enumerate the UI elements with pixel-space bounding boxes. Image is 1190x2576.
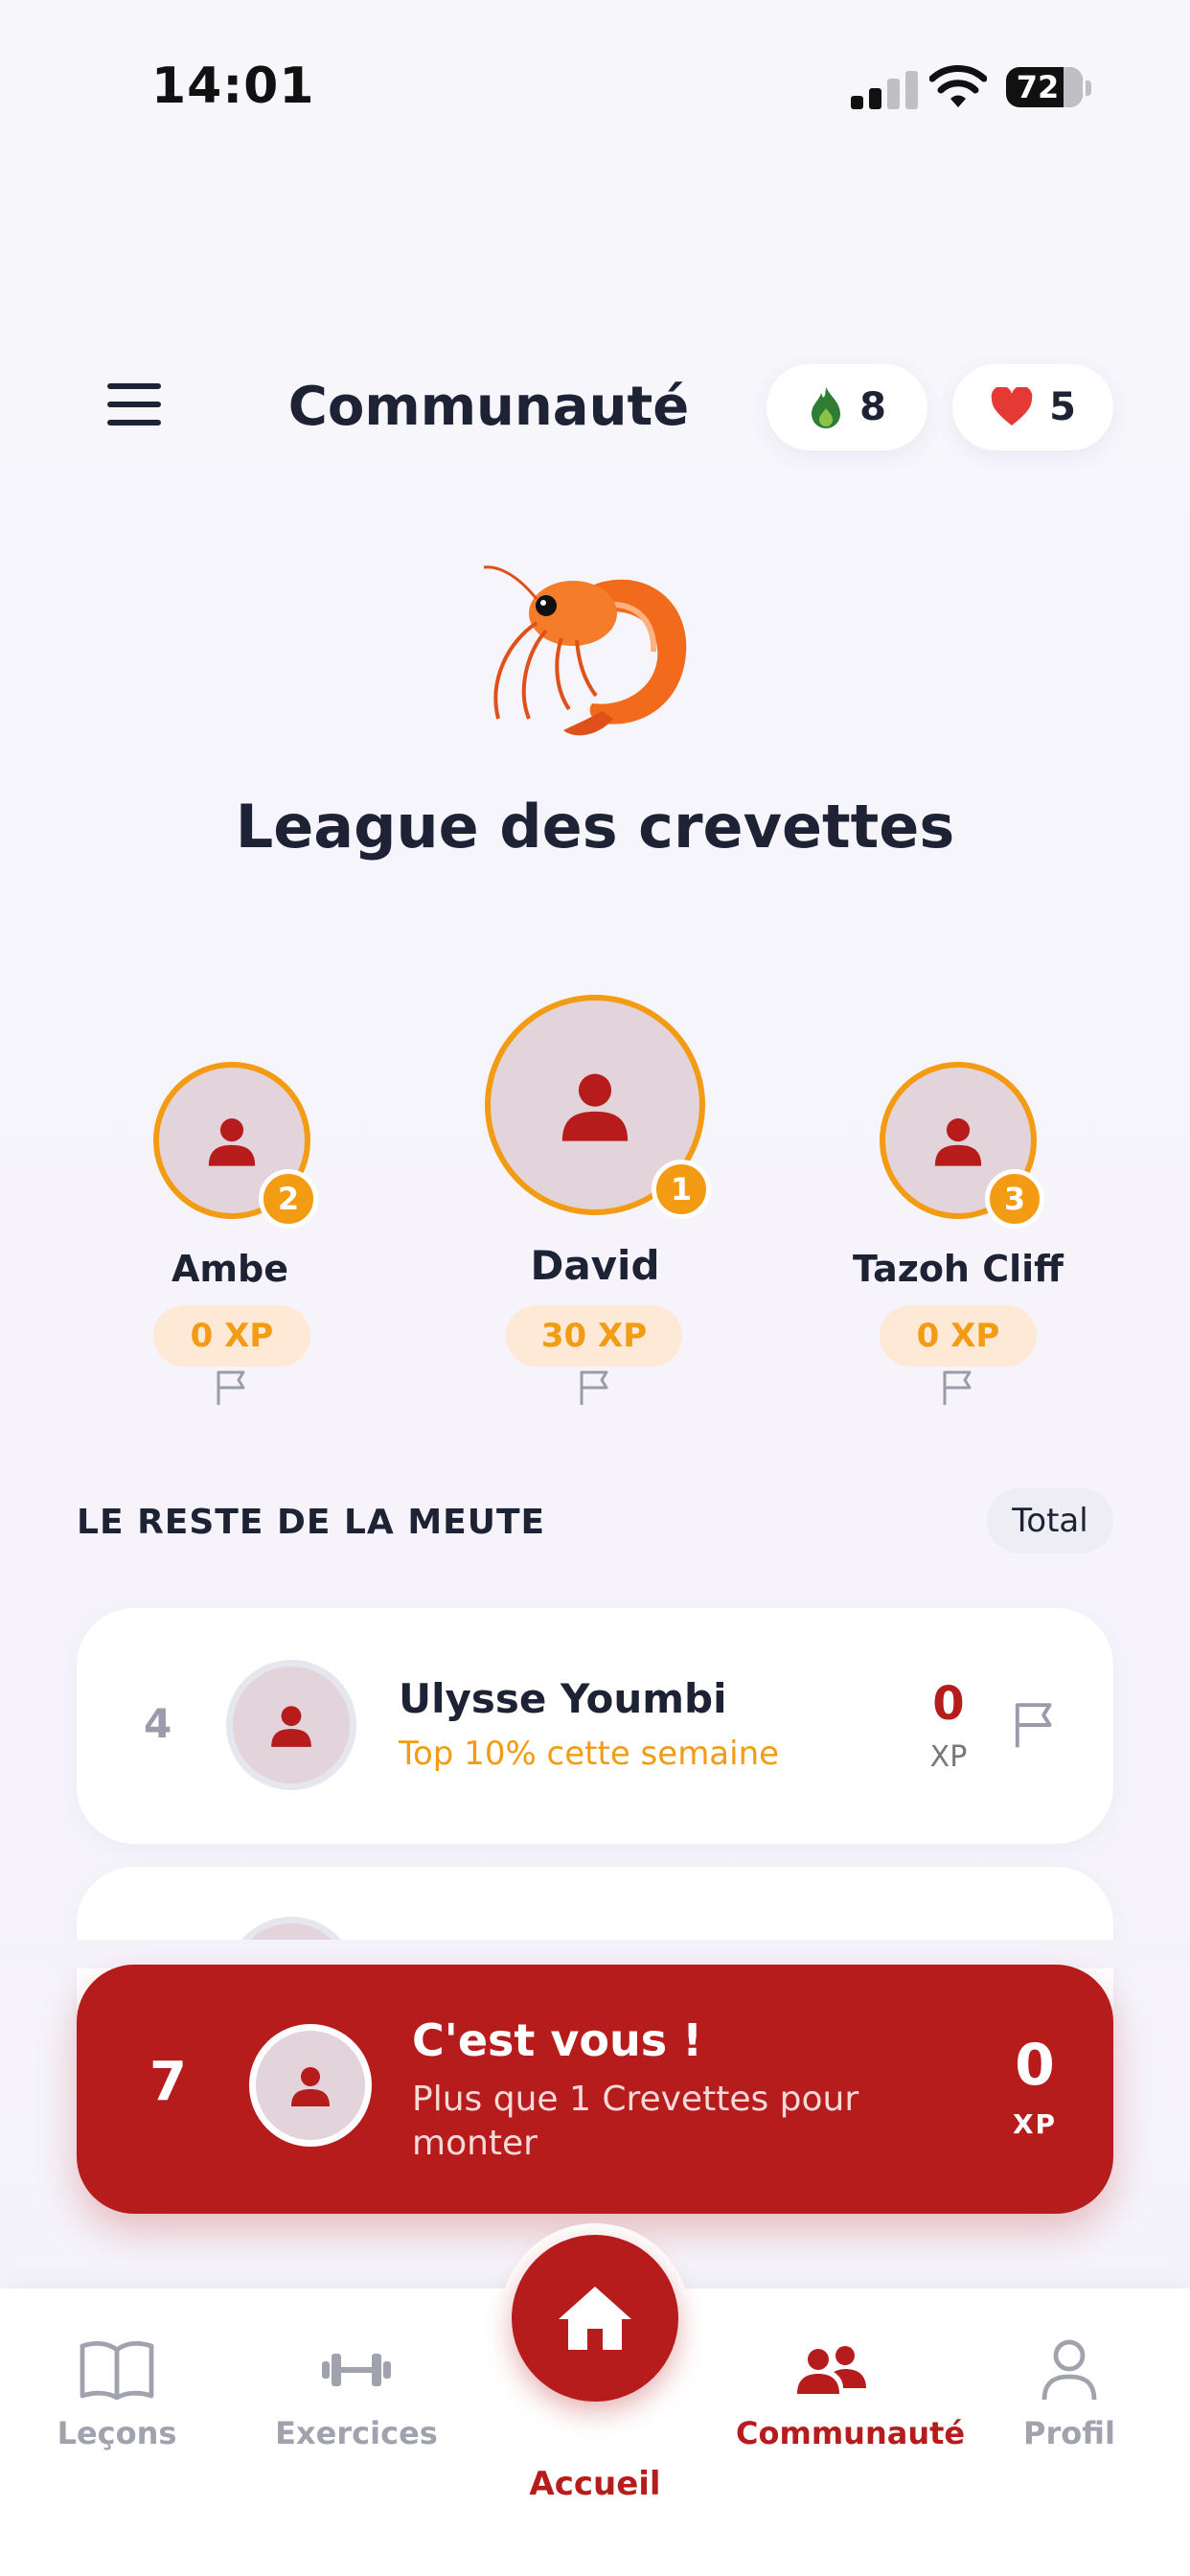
wifi-icon (929, 65, 987, 107)
signal-icon (851, 71, 918, 109)
page-title: Communauté (287, 376, 690, 438)
you-xp-label: XP (1012, 2108, 1058, 2140)
podium-name-1: David (530, 1242, 660, 1289)
you-subtitle: Plus que 1 Crevettes pour monter (412, 2080, 859, 2163)
flag-icon[interactable] (213, 1368, 251, 1407)
you-rank: 7 (149, 2051, 187, 2113)
current-user-card[interactable]: 7 C'est vous ! Plus que 1 Crevettes pour… (77, 1965, 1113, 2214)
avatar (249, 2024, 372, 2147)
tab-label: Accueil (529, 2465, 661, 2503)
tab-label: Profil (1023, 2415, 1115, 2451)
row-xp-value: 0 (932, 1677, 965, 1731)
home-icon (559, 2287, 631, 2350)
row-xp-label: XP (929, 1740, 968, 1774)
user-icon (934, 1118, 982, 1166)
row-name: Ulysse Youmbi (399, 1675, 727, 1722)
user-icon (291, 2067, 330, 2106)
podium-xp-3: 0 XP (880, 1305, 1037, 1367)
tab-accueil[interactable] (512, 2235, 678, 2402)
profile-icon (1041, 2339, 1097, 2401)
rank-badge-2: 2 (259, 1169, 318, 1229)
tab-label: Leçons (57, 2415, 177, 2451)
you-title: C'est vous ! (412, 2014, 703, 2066)
flame-icon (812, 387, 841, 428)
row-subtitle: Top 10% cette semaine (399, 1735, 780, 1773)
you-xp-value: 0 (1015, 2032, 1055, 2099)
dumbbell-icon (322, 2354, 391, 2386)
row-rank: 4 (144, 1700, 172, 1747)
tab-communaute[interactable]: Communauté (736, 2338, 966, 2451)
podium-name-3: Tazoh Cliff (853, 1248, 1064, 1290)
user-icon (271, 1706, 311, 1747)
league-title: League des crevettes (235, 792, 955, 862)
section-label: LE RESTE DE LA MEUTE (77, 1503, 546, 1542)
flag-icon[interactable] (939, 1368, 977, 1407)
podium-name-2: Ambe (172, 1248, 288, 1290)
flag-icon[interactable] (576, 1368, 614, 1407)
shrimp-icon (483, 565, 687, 736)
status-time: 14:01 (151, 58, 315, 115)
battery-icon: 72 (1006, 67, 1083, 107)
menu-button[interactable] (107, 383, 165, 427)
podium-xp-1: 30 XP (506, 1305, 682, 1367)
user-icon (208, 1118, 256, 1166)
lives-count: 5 (1049, 385, 1076, 429)
streak-count: 8 (859, 385, 886, 429)
book-icon (80, 2340, 154, 2401)
battery-tip (1086, 80, 1091, 96)
user-icon (561, 1073, 629, 1141)
battery-level: 72 (1016, 69, 1060, 105)
tab-label: Exercices (275, 2415, 438, 2451)
flag-icon[interactable] (1010, 1700, 1060, 1750)
avatar (226, 1660, 356, 1790)
streak-pill[interactable]: 8 (767, 364, 927, 450)
table-row[interactable]: 4 Ulysse Youmbi Top 10% cette semaine 0 … (77, 1608, 1113, 1844)
tab-profil[interactable]: Profil (973, 2338, 1165, 2451)
tab-exercices[interactable]: Exercices (261, 2338, 452, 2451)
tab-label: Communauté (736, 2415, 966, 2451)
rank-badge-1: 1 (652, 1160, 711, 1219)
community-icon (797, 2346, 866, 2394)
total-filter-button[interactable]: Total (987, 1488, 1113, 1553)
tab-lecons[interactable]: Leçons (21, 2338, 213, 2451)
heart-icon (991, 387, 1033, 426)
lives-pill[interactable]: 5 (952, 364, 1113, 450)
podium-xp-2: 0 XP (153, 1305, 310, 1367)
rank-badge-3: 3 (985, 1169, 1044, 1229)
